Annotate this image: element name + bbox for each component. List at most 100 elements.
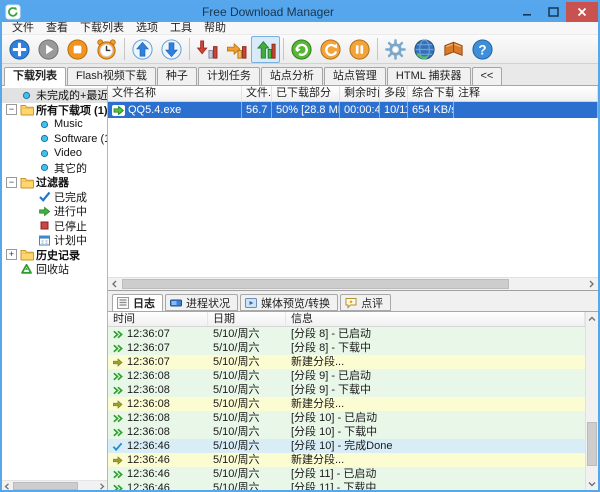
tree-item-10[interactable]: 计划中 — [2, 233, 107, 248]
main-tab-5[interactable]: 站点管理 — [324, 67, 386, 85]
tree-item-12[interactable]: 回收站 — [2, 262, 107, 277]
tree-item-6[interactable]: −过滤器 — [2, 175, 107, 190]
start-download-button[interactable] — [34, 36, 63, 63]
help-button[interactable]: ? — [468, 36, 497, 63]
tutorial-button[interactable] — [439, 36, 468, 63]
maximize-button[interactable] — [540, 2, 566, 22]
main-tab-7[interactable]: << — [472, 67, 503, 85]
tree-item-8[interactable]: 进行中 — [2, 204, 107, 219]
tree-item-1[interactable]: −所有下载项 (1) — [2, 103, 107, 118]
menu-item-4[interactable]: 工具 — [164, 22, 198, 35]
scroll-down-icon[interactable] — [586, 477, 598, 490]
add-download-button[interactable] — [5, 36, 34, 63]
column-header-0[interactable]: 文件名称 — [108, 86, 242, 101]
expander-plus-icon[interactable]: + — [6, 249, 17, 260]
move-down-button[interactable] — [157, 36, 186, 63]
tree-horizontal-scrollbar[interactable] — [2, 480, 107, 490]
log-row[interactable]: 12:36:085/10/周六[分段 10] - 下载中 — [108, 425, 585, 439]
close-button[interactable] — [566, 2, 598, 22]
download-row[interactable]: QQ5.4.exe56.7 ...50% [28.8 MB]00:00:4310… — [108, 102, 598, 118]
bottom-tab-2[interactable]: 媒体预览/转换 — [240, 294, 338, 311]
scroll-right-icon[interactable] — [97, 481, 107, 491]
download-cell-6 — [454, 102, 598, 118]
log-row[interactable]: 12:36:075/10/周六[分段 8] - 下载中 — [108, 341, 585, 355]
tree-item-9[interactable]: 已停止 — [2, 219, 107, 234]
menu-item-5[interactable]: 帮助 — [198, 22, 232, 35]
settings-button[interactable] — [381, 36, 410, 63]
media-icon — [245, 297, 257, 309]
log-column-header-0[interactable]: 时间 — [108, 312, 208, 326]
minimize-button[interactable] — [514, 2, 540, 22]
main-tab-2[interactable]: 种子 — [157, 67, 197, 85]
resume-all-button[interactable] — [287, 36, 316, 63]
main-tab-1[interactable]: Flash视频下载 — [67, 67, 156, 85]
column-header-4[interactable]: 多段下... — [380, 86, 408, 101]
column-header-1[interactable]: 文件... — [242, 86, 272, 101]
log-row[interactable]: 12:36:465/10/周六[分段 11] - 下载中 — [108, 481, 585, 490]
toolbar-separator — [189, 38, 190, 60]
log-row[interactable]: 12:36:465/10/周六新建分段... — [108, 453, 585, 467]
tree-item-2[interactable]: Music — [2, 117, 107, 132]
log-message: [分段 8] - 已启动 — [286, 327, 585, 341]
downloads-horizontal-scrollbar[interactable] — [108, 277, 598, 290]
log-time: 12:36:07 — [127, 355, 170, 369]
site-explorer-button[interactable] — [410, 36, 439, 63]
downloads-scroll-thumb[interactable] — [122, 279, 509, 289]
log-date: 5/10/周六 — [208, 355, 286, 369]
log-row[interactable]: 12:36:465/10/周六[分段 11] - 已启动 — [108, 467, 585, 481]
log-scroll-thumb[interactable] — [587, 422, 597, 466]
log-column-header-2[interactable]: 信息 — [286, 312, 585, 326]
stop-download-button[interactable] — [63, 36, 92, 63]
downloads-table-empty-area — [108, 118, 598, 277]
column-header-3[interactable]: 剩余时间 — [340, 86, 380, 101]
log-row[interactable]: 12:36:085/10/周六[分段 9] - 下载中 — [108, 383, 585, 397]
main-tab-3[interactable]: 计划任务 — [198, 67, 260, 85]
scroll-up-icon[interactable] — [586, 312, 598, 325]
menu-item-1[interactable]: 查看 — [40, 22, 74, 35]
expander-minus-icon[interactable]: − — [6, 177, 17, 188]
log-row[interactable]: 12:36:465/10/周六[分段 10] - 完成Done — [108, 439, 585, 453]
main-tab-0[interactable]: 下载列表 — [4, 67, 66, 86]
scheduler-button[interactable] — [92, 36, 121, 63]
tree-item-3[interactable]: Software (1) — [2, 132, 107, 147]
bottom-tab-3[interactable]: 点评 — [340, 294, 391, 311]
downloads-table: 文件名称文件...已下载部分剩余时间多段下...综合下载...注释 QQ5.4.… — [108, 86, 598, 290]
tree-item-11[interactable]: +历史记录 — [2, 248, 107, 263]
column-header-5[interactable]: 综合下载... — [408, 86, 454, 101]
log-column-header-1[interactable]: 日期 — [208, 312, 286, 326]
speed-limit-medium-button[interactable] — [222, 36, 251, 63]
bottom-tab-label: 日志 — [133, 295, 155, 311]
pause-all-button[interactable] — [345, 36, 374, 63]
tree-item-0[interactable]: 未完成的+最近下载 — [2, 88, 107, 103]
scroll-right-icon[interactable] — [585, 278, 598, 290]
tree-item-5[interactable]: 其它的 — [2, 161, 107, 176]
restart-all-button[interactable] — [316, 36, 345, 63]
bottom-tab-0[interactable]: 日志 — [112, 294, 163, 312]
main-tab-6[interactable]: HTML 捕获器 — [387, 67, 471, 85]
tree-scroll-thumb[interactable] — [13, 482, 78, 490]
tree-item-7[interactable]: 已完成 — [2, 190, 107, 205]
bottom-tab-1[interactable]: 进程状况 — [165, 294, 238, 311]
log-row[interactable]: 12:36:075/10/周六新建分段... — [108, 355, 585, 369]
expander-minus-icon[interactable]: − — [6, 104, 17, 115]
log-row[interactable]: 12:36:085/10/周六新建分段... — [108, 397, 585, 411]
menu-item-3[interactable]: 选项 — [130, 22, 164, 35]
scroll-left-icon[interactable] — [2, 481, 12, 491]
move-up-button[interactable] — [128, 36, 157, 63]
log-row[interactable]: 12:36:085/10/周六[分段 9] - 已启动 — [108, 369, 585, 383]
column-header-6[interactable]: 注释 — [454, 86, 598, 101]
menu-item-0[interactable]: 文件 — [6, 22, 40, 35]
new-segment-icon — [112, 357, 123, 368]
log-row[interactable]: 12:36:075/10/周六[分段 8] - 已启动 — [108, 327, 585, 341]
log-row[interactable]: 12:36:085/10/周六[分段 10] - 已启动 — [108, 411, 585, 425]
speed-limit-high-button[interactable] — [251, 36, 280, 63]
title-bar[interactable]: Free Download Manager — [2, 2, 598, 22]
tree-item-4[interactable]: Video — [2, 146, 107, 161]
menu-item-2[interactable]: 下载列表 — [74, 22, 130, 35]
speed-limit-low-button[interactable] — [193, 36, 222, 63]
dot-icon — [38, 118, 51, 131]
scroll-left-icon[interactable] — [108, 278, 121, 290]
column-header-2[interactable]: 已下载部分 — [272, 86, 340, 101]
log-vertical-scrollbar[interactable] — [585, 312, 598, 490]
main-tab-4[interactable]: 站点分析 — [261, 67, 323, 85]
